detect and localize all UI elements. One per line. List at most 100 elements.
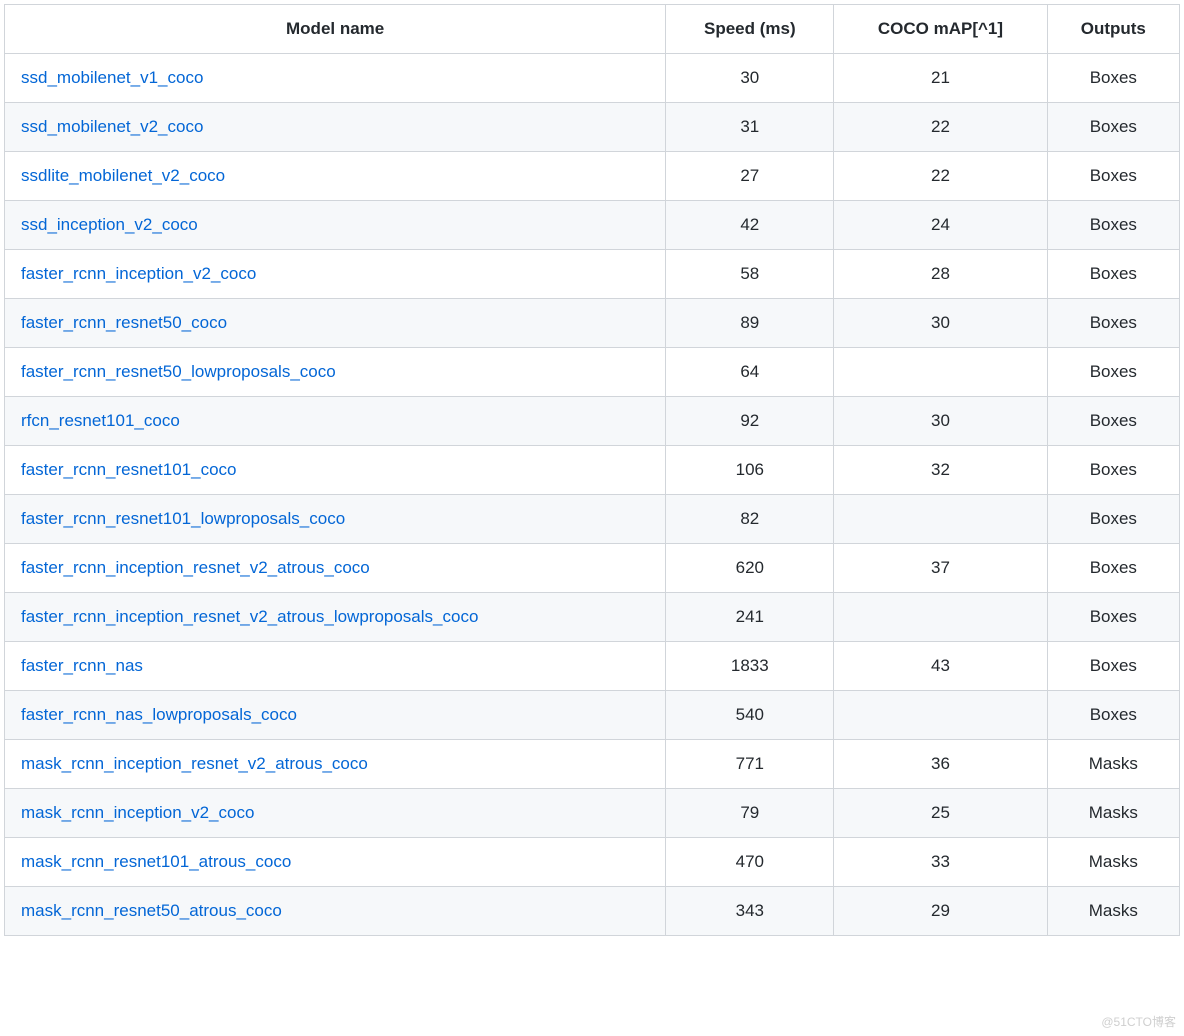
speed-cell: 79 <box>666 789 834 838</box>
table-row: faster_rcnn_inception_resnet_v2_atrous_l… <box>5 593 1180 642</box>
model-link[interactable]: faster_rcnn_inception_v2_coco <box>21 264 256 283</box>
model-link[interactable]: faster_rcnn_inception_resnet_v2_atrous_l… <box>21 607 478 626</box>
table-row: faster_rcnn_nas 183343Boxes <box>5 642 1180 691</box>
outputs-cell: Boxes <box>1047 299 1179 348</box>
model-link[interactable]: ssdlite_mobilenet_v2_coco <box>21 166 225 185</box>
outputs-cell: Boxes <box>1047 397 1179 446</box>
header-outputs: Outputs <box>1047 5 1179 54</box>
outputs-cell: Masks <box>1047 740 1179 789</box>
model-link[interactable]: mask_rcnn_inception_v2_coco <box>21 803 254 822</box>
speed-cell: 27 <box>666 152 834 201</box>
speed-cell: 620 <box>666 544 834 593</box>
outputs-cell: Masks <box>1047 838 1179 887</box>
table-row: ssd_inception_v2_coco 4224Boxes <box>5 201 1180 250</box>
table-row: faster_rcnn_resnet101_lowproposals_coco 8… <box>5 495 1180 544</box>
header-map: COCO mAP[^1] <box>834 5 1047 54</box>
model-cell: faster_rcnn_resnet50_lowproposals_coco <box>5 348 666 397</box>
table-row: mask_rcnn_resnet101_atrous_coco47033Mask… <box>5 838 1180 887</box>
model-link[interactable]: faster_rcnn_resnet101_lowproposals_coco <box>21 509 345 528</box>
table-row: mask_rcnn_resnet50_atrous_coco 34329Masks <box>5 887 1180 936</box>
map-cell: 24 <box>834 201 1047 250</box>
model-link[interactable]: ssd_inception_v2_coco <box>21 215 198 234</box>
map-cell: 21 <box>834 54 1047 103</box>
outputs-cell: Boxes <box>1047 544 1179 593</box>
outputs-cell: Masks <box>1047 887 1179 936</box>
speed-cell: 31 <box>666 103 834 152</box>
outputs-cell: Boxes <box>1047 152 1179 201</box>
model-cell: faster_rcnn_nas_lowproposals_coco <box>5 691 666 740</box>
map-cell: 30 <box>834 397 1047 446</box>
map-cell: 22 <box>834 152 1047 201</box>
speed-cell: 343 <box>666 887 834 936</box>
model-cell: faster_rcnn_nas <box>5 642 666 691</box>
model-link[interactable]: faster_rcnn_nas_lowproposals_coco <box>21 705 297 724</box>
model-cell: faster_rcnn_inception_resnet_v2_atrous_l… <box>5 593 666 642</box>
model-cell: ssdlite_mobilenet_v2_coco <box>5 152 666 201</box>
header-speed: Speed (ms) <box>666 5 834 54</box>
model-link[interactable]: mask_rcnn_resnet50_atrous_coco <box>21 901 282 920</box>
speed-cell: 540 <box>666 691 834 740</box>
map-cell: 25 <box>834 789 1047 838</box>
outputs-cell: Masks <box>1047 789 1179 838</box>
table-row: faster_rcnn_nas_lowproposals_coco540Boxe… <box>5 691 1180 740</box>
model-cell: faster_rcnn_inception_v2_coco <box>5 250 666 299</box>
model-link[interactable]: mask_rcnn_resnet101_atrous_coco <box>21 852 291 871</box>
outputs-cell: Boxes <box>1047 642 1179 691</box>
table-row: faster_rcnn_inception_v2_coco 5828Boxes <box>5 250 1180 299</box>
model-cell: faster_rcnn_inception_resnet_v2_atrous_c… <box>5 544 666 593</box>
watermark: @51CTO博客 <box>1101 1013 1176 1030</box>
table-row: mask_rcnn_inception_resnet_v2_atrous_coc… <box>5 740 1180 789</box>
model-link[interactable]: faster_rcnn_resnet50_coco <box>21 313 227 332</box>
table-row: faster_rcnn_resnet101_coco 10632Boxes <box>5 446 1180 495</box>
model-link[interactable]: faster_rcnn_resnet50_lowproposals_coco <box>21 362 336 381</box>
model-cell: mask_rcnn_inception_v2_coco <box>5 789 666 838</box>
speed-cell: 58 <box>666 250 834 299</box>
speed-cell: 106 <box>666 446 834 495</box>
outputs-cell: Boxes <box>1047 446 1179 495</box>
model-link[interactable]: rfcn_resnet101_coco <box>21 411 180 430</box>
map-cell: 37 <box>834 544 1047 593</box>
outputs-cell: Boxes <box>1047 54 1179 103</box>
model-table: Model name Speed (ms) COCO mAP[^1] Outpu… <box>4 4 1180 936</box>
table-row: faster_rcnn_resnet50_lowproposals_coco 64… <box>5 348 1180 397</box>
model-link[interactable]: faster_rcnn_nas <box>21 656 143 675</box>
speed-cell: 82 <box>666 495 834 544</box>
model-link[interactable]: ssd_mobilenet_v1_coco <box>21 68 203 87</box>
map-cell: 36 <box>834 740 1047 789</box>
table-row: rfcn_resnet101_coco 9230Boxes <box>5 397 1180 446</box>
outputs-cell: Boxes <box>1047 593 1179 642</box>
table-row: faster_rcnn_resnet50_coco 8930Boxes <box>5 299 1180 348</box>
speed-cell: 89 <box>666 299 834 348</box>
model-cell: ssd_mobilenet_v1_coco <box>5 54 666 103</box>
map-cell: 28 <box>834 250 1047 299</box>
map-cell: 30 <box>834 299 1047 348</box>
table-row: faster_rcnn_inception_resnet_v2_atrous_c… <box>5 544 1180 593</box>
map-cell: 32 <box>834 446 1047 495</box>
model-link[interactable]: faster_rcnn_inception_resnet_v2_atrous_c… <box>21 558 370 577</box>
model-link[interactable]: ssd_mobilenet_v2_coco <box>21 117 203 136</box>
map-cell <box>834 348 1047 397</box>
speed-cell: 771 <box>666 740 834 789</box>
map-cell: 22 <box>834 103 1047 152</box>
speed-cell: 30 <box>666 54 834 103</box>
model-cell: faster_rcnn_resnet101_lowproposals_coco <box>5 495 666 544</box>
outputs-cell: Boxes <box>1047 201 1179 250</box>
map-cell: 43 <box>834 642 1047 691</box>
map-cell: 29 <box>834 887 1047 936</box>
speed-cell: 470 <box>666 838 834 887</box>
model-link[interactable]: mask_rcnn_inception_resnet_v2_atrous_coc… <box>21 754 368 773</box>
speed-cell: 92 <box>666 397 834 446</box>
speed-cell: 42 <box>666 201 834 250</box>
speed-cell: 64 <box>666 348 834 397</box>
table-row: ssdlite_mobilenet_v2_coco 2722Boxes <box>5 152 1180 201</box>
model-cell: mask_rcnn_inception_resnet_v2_atrous_coc… <box>5 740 666 789</box>
table-row: ssd_mobilenet_v1_coco 3021Boxes <box>5 54 1180 103</box>
model-cell: faster_rcnn_resnet50_coco <box>5 299 666 348</box>
header-model: Model name <box>5 5 666 54</box>
outputs-cell: Boxes <box>1047 250 1179 299</box>
map-cell <box>834 691 1047 740</box>
model-link[interactable]: faster_rcnn_resnet101_coco <box>21 460 236 479</box>
speed-cell: 1833 <box>666 642 834 691</box>
map-cell <box>834 495 1047 544</box>
outputs-cell: Boxes <box>1047 495 1179 544</box>
